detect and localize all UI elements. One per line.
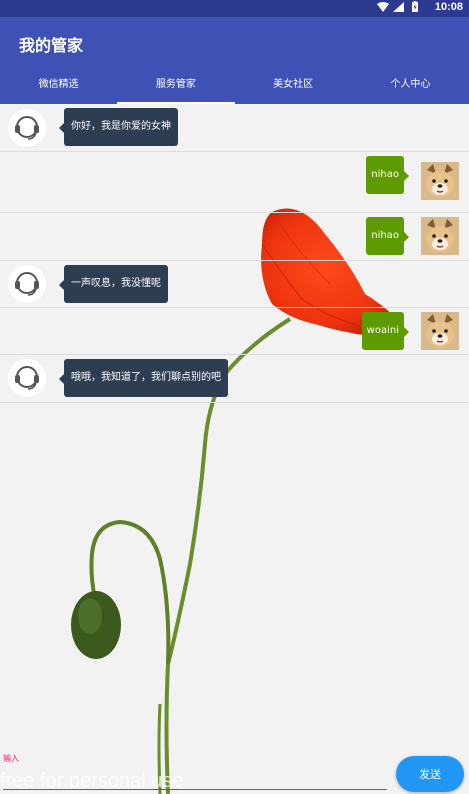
message-row: 一声叹息，我没懂呢 [0, 261, 469, 308]
input-area: 输入 free for personal use 发送 [0, 749, 469, 794]
input-label: 输入 [3, 754, 19, 763]
user-message-bubble: woaini [361, 312, 410, 350]
tab-wechat-picks[interactable]: 微信精选 [0, 67, 117, 104]
battery-icon [412, 1, 418, 12]
user-avatar [421, 217, 459, 255]
wifi-icon [377, 2, 389, 12]
dog-avatar-image [421, 162, 459, 200]
chat-list[interactable]: 你好，我是你爱的女神 nihao nihao 一声叹息，我没懂呢 woaini … [0, 104, 469, 794]
bot-message-bubble: 哦哦，我知道了，我们聊点别的吧 [59, 359, 228, 397]
message-input-field[interactable] [3, 789, 387, 790]
bot-message-bubble: 一声叹息，我没懂呢 [59, 265, 168, 303]
bot-message-bubble: 你好，我是你爱的女神 [59, 108, 178, 146]
tab-personal-center[interactable]: 个人中心 [352, 67, 469, 104]
dog-avatar-image [421, 312, 459, 350]
user-message-bubble: nihao [366, 217, 409, 255]
user-message-bubble: nihao [366, 156, 409, 194]
tab-bar: 微信精选 服务管家 美女社区 个人中心 [0, 67, 469, 104]
headset-icon [15, 116, 39, 140]
bot-avatar [8, 359, 46, 397]
page-title: 我的管家 [19, 36, 84, 55]
message-row: woaini [0, 308, 469, 355]
status-bar: 10:08 [0, 0, 469, 17]
send-button[interactable]: 发送 [396, 756, 464, 792]
app-bar: 我的管家 微信精选 服务管家 美女社区 个人中心 [0, 17, 469, 104]
tab-service-butler[interactable]: 服务管家 [117, 67, 235, 104]
headset-icon [15, 366, 39, 390]
status-icons [377, 1, 421, 13]
signal-icon [393, 2, 404, 12]
user-avatar [421, 312, 459, 350]
bot-avatar [8, 109, 46, 147]
message-row: nihao [0, 213, 469, 261]
message-row: nihao [0, 152, 469, 213]
tab-beauty-community[interactable]: 美女社区 [235, 67, 352, 104]
status-time: 10:08 [434, 1, 463, 13]
user-avatar [421, 162, 459, 200]
message-row: 哦哦，我知道了，我们聊点别的吧 [0, 355, 469, 403]
dog-avatar-image [421, 217, 459, 255]
bot-avatar [8, 265, 46, 303]
headset-icon [15, 272, 39, 296]
message-row: 你好，我是你爱的女神 [0, 104, 469, 152]
